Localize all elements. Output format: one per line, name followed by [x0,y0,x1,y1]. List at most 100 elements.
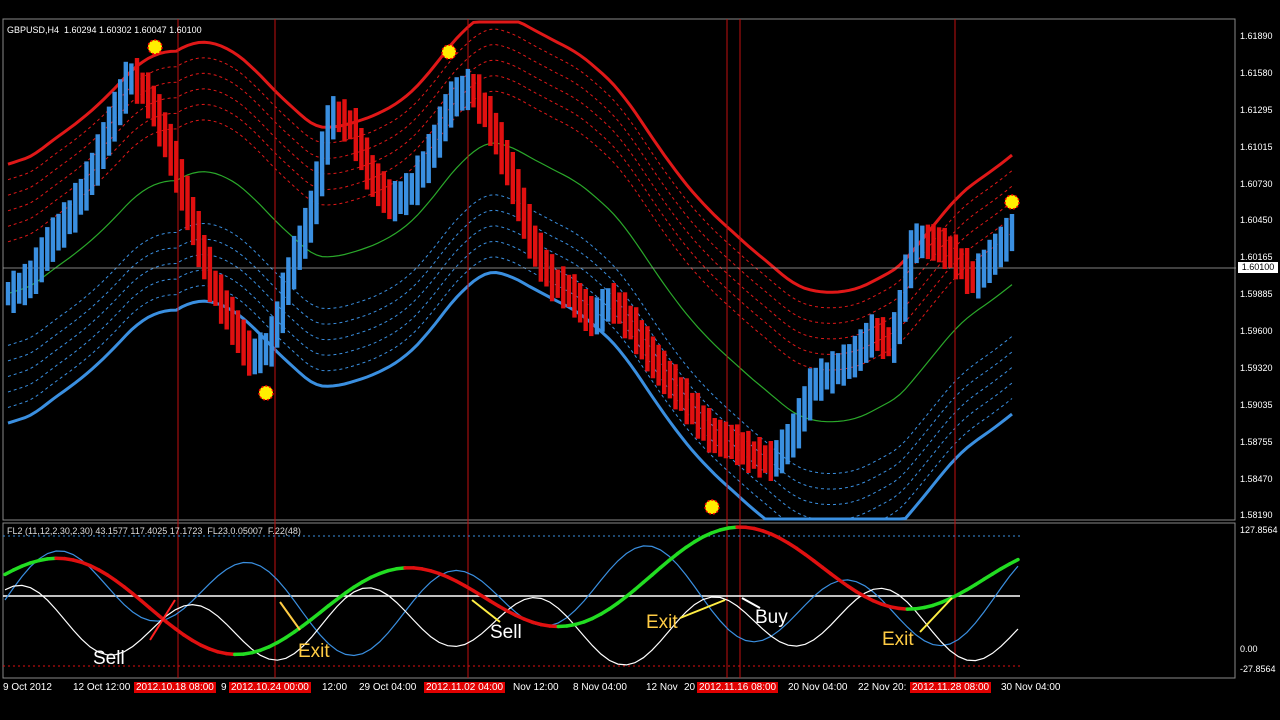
price-bar [914,223,919,264]
price-bar [247,330,252,376]
price-bar [56,213,61,251]
price-bar [213,270,218,306]
annotation-exit: Exit [882,629,914,650]
time-label-highlight: 2012.10.24 00:00 [229,682,311,693]
price-bar [482,92,487,128]
price-bar [207,246,213,303]
price-bar [650,336,656,379]
indicator-tick: 0.00 [1240,644,1258,654]
signal-star-icon [1004,194,1020,210]
time-label-highlight: 2012.11.28 08:00 [910,682,992,693]
price-bar [667,360,673,399]
price-bar [1004,217,1009,262]
price-bar [920,225,925,259]
price-bar [549,254,555,302]
price-bar [319,131,325,197]
price-tick: 1.61580 [1240,68,1273,78]
price-bar [645,326,650,372]
price-bar [185,175,190,231]
price-bar [168,123,173,176]
price-bar [17,272,22,304]
price-bar [263,333,269,366]
price-bar [269,316,274,367]
price-bar [684,378,689,425]
annotation-arrow [279,601,301,631]
time-label: 29 Oct 04:00 [359,682,417,693]
price-bar [662,350,667,395]
price-bar [303,207,308,259]
price-bar [869,314,874,358]
price-bar [594,297,600,335]
lower-band-line [7,270,1013,521]
price-bar [224,290,229,330]
price-bar [864,322,869,363]
time-label: Nov 12:00 [513,682,559,693]
price-bar [454,77,459,117]
price-tick: 1.59320 [1240,363,1273,373]
price-bar [993,233,998,275]
time-label: 9 Oct 2012 [3,682,52,693]
price-bar [892,312,897,363]
price-bar [359,128,364,171]
price-bar [336,101,342,133]
price-bar [275,301,280,348]
price-bar [22,263,27,306]
price-bar [415,155,420,206]
price-bar [235,310,241,353]
price-bar [566,274,572,308]
price-bar [830,351,835,394]
annotation-sell: Sell [93,648,125,669]
price-bar [987,239,992,283]
price-bar [39,237,44,283]
annotation-sell: Sell [490,622,522,643]
time-label: 30 Nov 04:00 [1001,682,1061,693]
price-bar [174,140,179,193]
price-bar [639,320,644,360]
price-bar [634,307,639,355]
time-label: 22 Nov 20: [858,682,907,693]
price-bar [779,429,785,474]
price-bar [314,161,319,225]
price-bar [622,292,628,339]
time-label: 12 Nov [646,682,678,693]
price-tick: 1.61890 [1240,31,1273,41]
price-bar [89,152,95,195]
price-bar [33,247,39,294]
price-bar [628,305,633,340]
price-bar [875,318,880,351]
price-bar [964,248,970,294]
price-bar [387,179,392,220]
price-bar [729,424,734,459]
price-bar [308,190,314,243]
price-bar [11,270,16,313]
indicator-tick: -27.8564 [1240,664,1276,674]
price-bar [140,72,145,104]
price-bar [28,260,33,299]
price-bar [852,335,858,378]
price-bar [499,122,504,175]
price-bar [757,437,762,478]
price-bar [353,108,358,162]
price-bar [465,68,471,111]
price-bar [420,151,426,188]
signal-star-icon [441,44,457,60]
price-bar [129,63,134,95]
price-bar [347,110,353,140]
price-bar [521,187,527,239]
price-tick: 1.59035 [1240,400,1273,410]
price-bar [735,424,740,466]
lower-band-line [7,256,1013,520]
price-bar [146,72,151,119]
price-bar [931,224,936,261]
price-bar [392,181,398,222]
price-bar [555,269,560,298]
time-label: 20 Nov 04:00 [788,682,848,693]
price-bar [589,296,594,337]
price-bar [897,290,902,345]
price-bar [572,274,577,318]
price-bar [583,289,588,331]
price-bar [527,204,532,259]
annotation-exit: Exit [646,612,678,633]
price-chart [2,18,1236,679]
price-bar [376,163,381,207]
